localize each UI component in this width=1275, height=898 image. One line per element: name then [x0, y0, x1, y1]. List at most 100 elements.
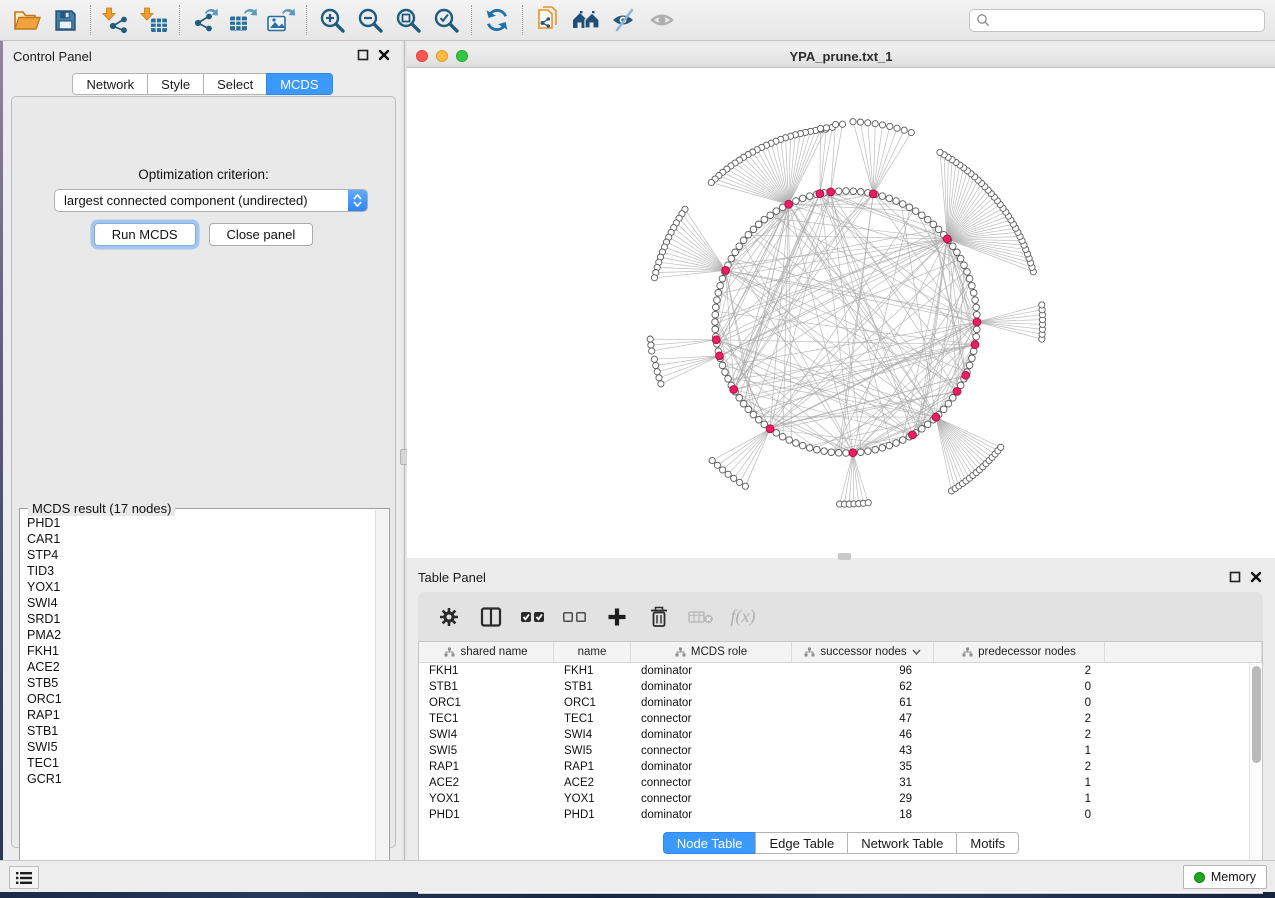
import-table-icon[interactable] — [135, 3, 173, 37]
graph-node[interactable] — [736, 243, 743, 250]
graph-node[interactable] — [719, 275, 726, 282]
graph-node[interactable] — [865, 448, 872, 455]
mcds-list-scrollbar[interactable] — [375, 510, 388, 880]
mcds-result-item[interactable]: STB1 — [21, 723, 375, 739]
graph-node[interactable] — [969, 355, 976, 362]
deselect-all-columns-icon[interactable] — [558, 600, 592, 634]
graph-node[interactable] — [966, 362, 973, 369]
graph-node[interactable] — [717, 282, 724, 289]
open-file-icon[interactable] — [8, 3, 46, 37]
graph-node[interactable] — [725, 376, 732, 383]
mcds-result-item[interactable]: YOX1 — [21, 579, 375, 595]
graph-node[interactable] — [872, 446, 879, 453]
mcds-result-item[interactable]: RAP1 — [21, 707, 375, 723]
network-canvas[interactable] — [407, 68, 1275, 558]
graph-node[interactable] — [732, 249, 739, 256]
export-table-icon[interactable] — [224, 3, 262, 37]
graph-node[interactable] — [745, 406, 752, 413]
hide-selected-icon[interactable] — [605, 3, 643, 37]
tab-select[interactable]: Select — [203, 73, 267, 95]
mcds-result-list[interactable]: PHD1CAR1STP4TID3YOX1SWI4SRD1PMA2FKH1ACE2… — [21, 515, 375, 880]
graph-node[interactable] — [872, 121, 878, 127]
mcds-result-item[interactable]: PMA2 — [21, 627, 375, 643]
graph-node[interactable] — [647, 336, 653, 342]
mcds-result-item[interactable]: TID3 — [21, 563, 375, 579]
graph-node[interactable] — [835, 188, 842, 195]
graph-node[interactable] — [651, 275, 657, 281]
graph-node[interactable] — [969, 282, 976, 289]
optimization-criterion-select[interactable]: largest connected component (undirected) — [54, 189, 368, 212]
graph-node[interactable] — [755, 221, 762, 228]
graph-node[interactable] — [886, 442, 893, 449]
graph-node[interactable] — [950, 243, 957, 250]
float-panel-icon[interactable] — [1229, 571, 1241, 583]
graph-node[interactable] — [712, 311, 719, 318]
graph-hub-node[interactable] — [973, 318, 981, 326]
column-header-predecessor-nodes[interactable]: predecessor nodes — [934, 642, 1105, 662]
graph-node[interactable] — [843, 188, 850, 195]
graph-node[interactable] — [973, 304, 980, 311]
graph-node[interactable] — [900, 437, 907, 444]
clone-network-icon[interactable] — [529, 3, 567, 37]
mcds-result-item[interactable]: CAR1 — [21, 531, 375, 547]
table-row[interactable]: STB1STB1dominator620 — [419, 679, 1262, 695]
tab-network[interactable]: Network — [72, 73, 148, 95]
column-header-name[interactable]: name — [554, 642, 631, 662]
show-all-icon[interactable] — [643, 3, 681, 37]
search-input[interactable] — [990, 13, 1258, 27]
graph-node[interactable] — [821, 448, 828, 455]
tab-edge-table[interactable]: Edge Table — [755, 832, 848, 854]
table-row[interactable]: ORC1ORC1dominator610 — [419, 695, 1262, 711]
graph-node[interactable] — [736, 395, 743, 402]
horizontal-splitter-handle[interactable] — [838, 553, 851, 560]
graph-hub-node[interactable] — [716, 352, 724, 360]
graph-node[interactable] — [799, 442, 806, 449]
graph-node[interactable] — [879, 193, 886, 200]
graph-node[interactable] — [879, 445, 886, 452]
create-column-icon[interactable] — [600, 600, 634, 634]
graph-hub-node[interactable] — [816, 190, 824, 198]
graph-node[interactable] — [900, 201, 907, 208]
graph-node[interactable] — [793, 198, 800, 205]
refresh-icon[interactable] — [478, 3, 516, 37]
graph-node[interactable] — [940, 406, 947, 413]
table-row[interactable]: SWI4SWI4dominator462 — [419, 727, 1262, 743]
graph-node[interactable] — [786, 437, 793, 444]
column-header-MCDS-role[interactable]: MCDS role — [631, 642, 792, 662]
zoom-out-icon[interactable] — [351, 3, 389, 37]
graph-node[interactable] — [893, 198, 900, 205]
graph-node[interactable] — [828, 449, 835, 456]
graph-node[interactable] — [843, 450, 850, 457]
graph-node[interactable] — [1039, 302, 1045, 308]
graph-node[interactable] — [799, 195, 806, 202]
graph-node[interactable] — [964, 269, 971, 276]
graph-node[interactable] — [974, 311, 981, 318]
close-panel-button[interactable]: Close panel — [209, 223, 314, 246]
graph-node[interactable] — [793, 440, 800, 447]
graph-node[interactable] — [833, 121, 839, 127]
graph-node[interactable] — [912, 208, 919, 215]
column-header-successor-nodes[interactable]: successor nodes — [792, 642, 934, 662]
graph-node[interactable] — [648, 342, 654, 348]
graph-node[interactable] — [901, 127, 907, 133]
mcds-result-item[interactable]: FKH1 — [21, 643, 375, 659]
close-panel-icon[interactable] — [1250, 571, 1262, 583]
tab-style[interactable]: Style — [147, 73, 204, 95]
graph-node[interactable] — [850, 188, 857, 195]
graph-node[interactable] — [715, 290, 722, 297]
table-row[interactable]: ACE2ACE2connector311 — [419, 775, 1262, 791]
graph-node[interactable] — [865, 500, 871, 506]
graph-hub-node[interactable] — [932, 413, 940, 421]
graph-node[interactable] — [773, 208, 780, 215]
first-neighbors-icon[interactable] — [567, 3, 605, 37]
graph-node[interactable] — [823, 125, 829, 131]
graph-node[interactable] — [935, 226, 942, 233]
zoom-in-icon[interactable] — [313, 3, 351, 37]
network-graph[interactable] — [407, 68, 1275, 558]
graph-node[interactable] — [728, 255, 735, 262]
graph-node[interactable] — [779, 433, 786, 440]
zoom-selected-icon[interactable] — [427, 3, 465, 37]
graph-node[interactable] — [767, 212, 774, 219]
export-network-icon[interactable] — [186, 3, 224, 37]
mcds-result-item[interactable]: STB5 — [21, 675, 375, 691]
